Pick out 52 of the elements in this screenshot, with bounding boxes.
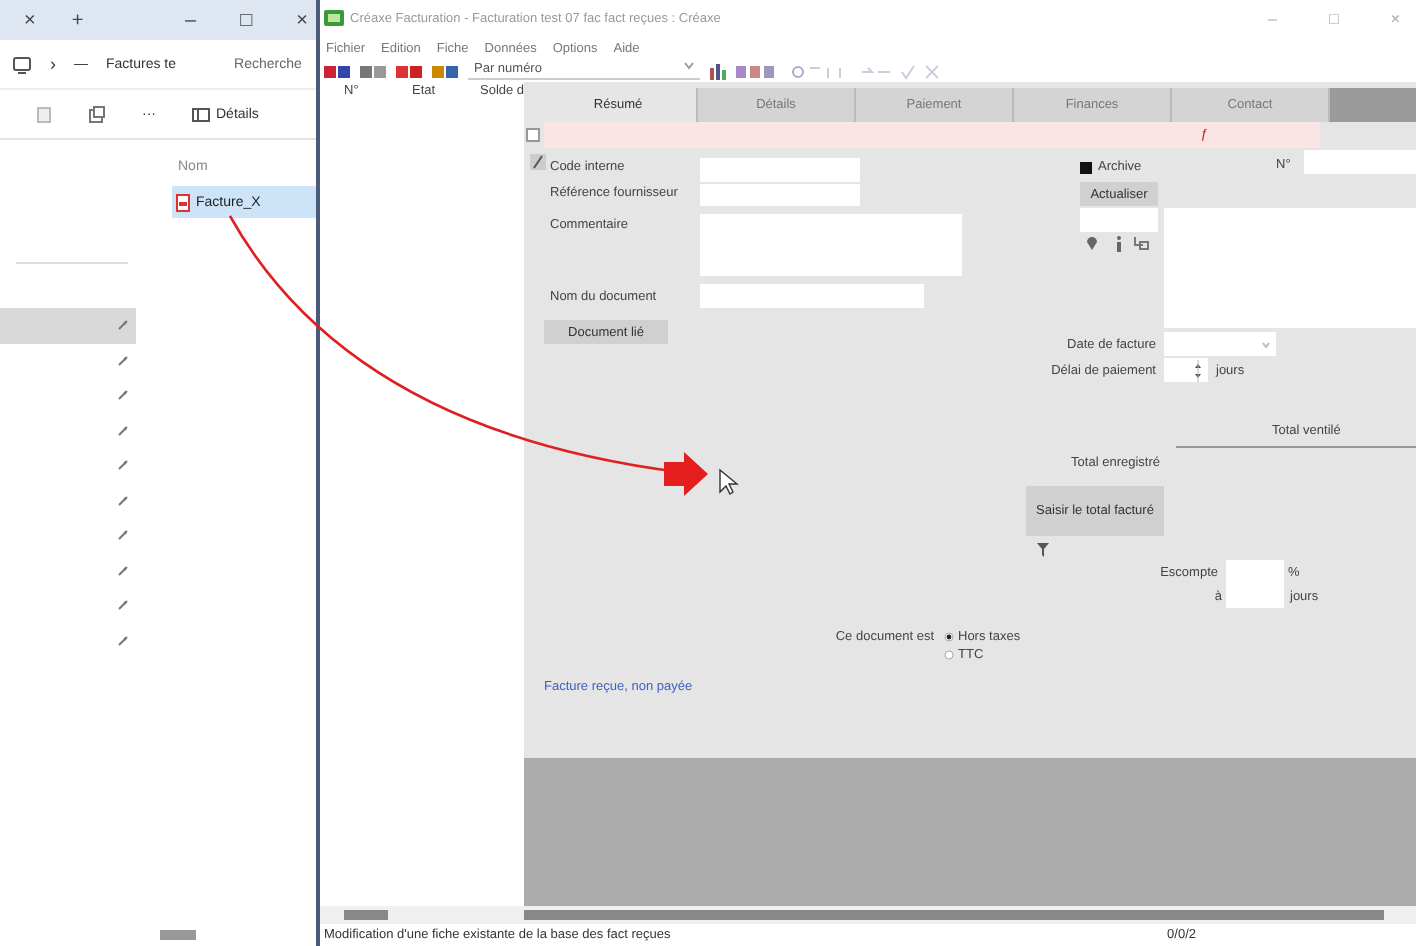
new-tab-button[interactable]: + bbox=[71, 9, 84, 31]
dropdown-caret-icon bbox=[1262, 342, 1270, 348]
pin-icon bbox=[118, 635, 128, 646]
tab-close-button[interactable]: × bbox=[24, 9, 36, 31]
scrollbar-thumb[interactable] bbox=[160, 930, 196, 940]
cancel-icon[interactable] bbox=[924, 63, 940, 79]
spinner-icon[interactable] bbox=[1194, 360, 1202, 382]
pdf-file-icon bbox=[176, 193, 190, 211]
date-field[interactable] bbox=[1164, 332, 1276, 356]
text-area[interactable] bbox=[1164, 208, 1416, 328]
checkbox[interactable] bbox=[1080, 162, 1092, 174]
pin-icon bbox=[118, 495, 128, 506]
input-field[interactable] bbox=[1304, 150, 1416, 174]
text-area[interactable] bbox=[700, 214, 962, 276]
pin-icon bbox=[118, 320, 128, 331]
details-pane-icon bbox=[192, 107, 210, 121]
number-field[interactable] bbox=[1226, 560, 1284, 584]
breadcrumb-separator[interactable]: › bbox=[50, 54, 56, 74]
radio-button[interactable] bbox=[944, 650, 954, 660]
app-logo-icon bbox=[324, 10, 344, 26]
pin-icon bbox=[118, 565, 128, 576]
navigation-item[interactable] bbox=[0, 308, 136, 343]
location-pin-icon[interactable] bbox=[1086, 236, 1098, 250]
filter-icon[interactable] bbox=[1036, 542, 1050, 558]
input-field[interactable] bbox=[700, 184, 860, 206]
number-field[interactable] bbox=[1164, 358, 1208, 382]
minimize-button[interactable]: – bbox=[185, 9, 197, 31]
pin-icon bbox=[118, 530, 128, 541]
pin-icon bbox=[118, 460, 128, 471]
info-icon[interactable] bbox=[1116, 236, 1122, 252]
chart-icon[interactable] bbox=[708, 63, 728, 79]
pin-icon bbox=[118, 390, 128, 401]
pin-icon bbox=[118, 425, 128, 436]
maximize-button[interactable]: □ bbox=[240, 9, 253, 31]
pencil-icon[interactable] bbox=[530, 154, 546, 170]
checkbox[interactable] bbox=[526, 128, 540, 142]
input-field[interactable] bbox=[700, 158, 860, 182]
link-icon[interactable] bbox=[1134, 236, 1150, 250]
radio-button[interactable] bbox=[944, 632, 954, 642]
input-field[interactable] bbox=[1080, 208, 1158, 232]
dropdown-caret-icon bbox=[684, 62, 694, 70]
copy-icon[interactable] bbox=[88, 105, 106, 123]
close-button[interactable]: × bbox=[296, 9, 308, 31]
mouse-cursor-icon bbox=[719, 468, 739, 496]
number-field[interactable] bbox=[1226, 584, 1284, 608]
pin-icon bbox=[118, 600, 128, 611]
monitor-icon[interactable] bbox=[12, 55, 32, 73]
input-field[interactable] bbox=[700, 284, 924, 308]
scrollbar-thumb[interactable] bbox=[524, 910, 1384, 920]
pin-icon bbox=[118, 355, 128, 366]
scrollbar-thumb[interactable] bbox=[344, 910, 388, 920]
validate-icon[interactable] bbox=[900, 63, 916, 79]
